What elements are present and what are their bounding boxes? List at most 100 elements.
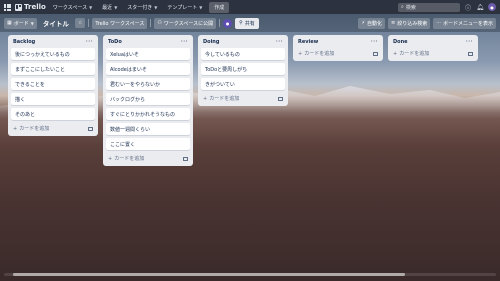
lightning-icon: ⚡︎ <box>361 20 365 26</box>
list-backlog[interactable]: Backlog ··· 後につっかえているもの まずここにしたいこと できることを 描くそ… <box>8 35 98 136</box>
workspace-button[interactable]: Trello ワークスペース <box>92 17 148 29</box>
trello-logo-icon <box>15 3 22 11</box>
list-header[interactable]: Backlog ··· <box>11 38 95 48</box>
card[interactable]: すぐにとりかかれそうなもの <box>106 108 190 120</box>
card[interactable]: Alcodeはまいそ <box>106 63 190 75</box>
list-title[interactable]: Review <box>298 39 318 45</box>
list-actions-icon[interactable]: ··· <box>371 39 378 45</box>
recent-menu[interactable]: 最近 ▼ <box>99 2 120 13</box>
notification-bell-icon[interactable]: 🔔︎ <box>476 3 484 11</box>
filter-button[interactable]: ≡ 絞り込み検索 <box>387 17 431 29</box>
show-menu-label: ボードメニューを表示 <box>442 20 493 27</box>
card-template-icon[interactable] <box>373 51 378 56</box>
board-view-switcher[interactable]: ▦ ボード ▼ <box>4 17 37 29</box>
starred-label: スター付き <box>127 4 153 11</box>
list-title[interactable]: ToDo <box>108 39 122 45</box>
search-icon: ⌕ <box>401 4 404 10</box>
templates-menu[interactable]: テンプレート ▼ <box>164 2 205 13</box>
share-label: 共有 <box>244 20 255 27</box>
board-title[interactable]: タイトル <box>40 16 72 30</box>
list-actions-icon[interactable]: ··· <box>86 39 93 45</box>
add-card-row: + カードを追加 <box>296 48 380 58</box>
recent-label: 最近 <box>102 4 113 11</box>
chevron-down-icon: ▼ <box>154 4 158 10</box>
show-menu-button[interactable]: ··· ボードメニューを表示 <box>433 17 496 29</box>
add-card-button[interactable]: + カードを追加 <box>298 50 335 58</box>
card[interactable]: 描く <box>11 93 95 105</box>
add-card-label: カードを追加 <box>209 96 240 102</box>
member-avatar[interactable]: ● <box>223 18 233 28</box>
add-card-button[interactable]: + カードを追加 <box>108 155 145 163</box>
filter-icon: ≡ <box>390 20 396 26</box>
templates-label: テンプレート <box>167 4 198 11</box>
card[interactable]: バックログから <box>106 93 190 105</box>
add-card-row: + カードを追加 <box>11 123 95 133</box>
visibility-button[interactable]: ⚇ ワークスペースに公開 <box>154 17 217 29</box>
add-card-label: カードを追加 <box>304 51 335 57</box>
list-title[interactable]: Done <box>393 39 408 45</box>
list-review[interactable]: Review ··· + カードを追加 <box>293 35 383 61</box>
list-header[interactable]: Doing ··· <box>201 38 285 48</box>
card[interactable]: きがついてい <box>201 78 285 90</box>
card[interactable]: そのあと <box>11 108 95 120</box>
chevron-down-icon: ▼ <box>199 4 203 10</box>
add-card-button[interactable]: + カードを追加 <box>393 50 429 58</box>
board-view-icon: ▦ <box>7 20 12 26</box>
search-input[interactable]: ⌕ 検索 <box>398 2 460 12</box>
add-card-button[interactable]: + カードを追加 <box>203 95 240 103</box>
board-lists: Backlog ··· 後につっかえているもの まずここにしたいこと できることを 描くそ… <box>8 35 478 166</box>
app-switcher-icon[interactable] <box>4 3 11 11</box>
card[interactable]: ここに置く <box>106 138 190 150</box>
people-icon: ⚇ <box>157 20 162 26</box>
top-navigation-bar: Trello ワークスペース ▼ 最近 ▼ スター付き ▼ テンプレート ▼ 作成 ⌕ … <box>0 0 500 14</box>
trello-logo-text: Trello <box>24 3 46 11</box>
add-person-icon: ⚲ <box>239 20 243 26</box>
card-template-icon[interactable] <box>88 126 93 131</box>
add-card-row: + カードを追加 <box>391 48 475 58</box>
card[interactable]: Xeluaはいそ <box>106 48 190 60</box>
plus-icon: + <box>203 95 208 102</box>
list-header[interactable]: ToDo ··· <box>106 38 190 48</box>
plus-icon: + <box>13 125 18 132</box>
board-header: ▦ ボード ▼ タイトル ☆ Trello ワークスペース ⚇ ワークスペースに… <box>0 14 500 32</box>
card[interactable]: できることを <box>11 78 95 90</box>
trello-logo[interactable]: Trello <box>15 3 46 11</box>
add-card-label: カードを追加 <box>19 126 50 132</box>
divider <box>150 19 152 27</box>
list-actions-icon[interactable]: ··· <box>181 39 188 45</box>
add-card-label: カードを追加 <box>114 156 145 162</box>
automation-button[interactable]: ⚡︎ 自動化 <box>358 17 385 29</box>
list-header[interactable]: Done ··· <box>391 38 475 48</box>
card[interactable]: 今しているもの <box>201 48 285 60</box>
card[interactable]: まずここにしたいこと <box>11 63 95 75</box>
card[interactable]: 数値一週間くらい <box>106 123 190 135</box>
user-avatar[interactable]: ● <box>488 3 496 11</box>
chevron-down-icon: ▼ <box>114 4 118 10</box>
information-icon[interactable]: ⓘ <box>464 3 472 12</box>
list-doing[interactable]: Doing ··· 今しているもの ToDoと要周しがち きがついてい + カードを追加 <box>198 35 288 106</box>
list-title[interactable]: Backlog <box>13 39 35 45</box>
card-template-icon[interactable] <box>183 156 188 161</box>
visibility-label: ワークスペースに公開 <box>163 20 214 27</box>
card-template-icon[interactable] <box>468 51 473 56</box>
list-header[interactable]: Review ··· <box>296 38 380 48</box>
list-actions-icon[interactable]: ··· <box>276 39 283 45</box>
add-card-row: + カードを追加 <box>201 93 285 103</box>
starred-menu[interactable]: スター付き ▼ <box>124 2 160 13</box>
divider <box>219 19 221 27</box>
card[interactable]: 君むいーをやらないか <box>106 78 190 90</box>
card-template-icon[interactable] <box>278 96 283 101</box>
list-actions-icon[interactable]: ··· <box>466 39 473 45</box>
card[interactable]: ToDoと要周しがち <box>201 63 285 75</box>
add-card-button[interactable]: + カードを追加 <box>13 125 50 133</box>
list-done[interactable]: Done ··· + カードを追加 <box>388 35 478 61</box>
share-button[interactable]: ⚲ 共有 <box>235 17 259 29</box>
board-view-label: ボード <box>13 20 29 27</box>
card[interactable]: 後につっかえているもの <box>11 48 95 60</box>
star-board-button[interactable]: ☆ <box>74 18 86 28</box>
workspaces-menu[interactable]: ワークスペース ▼ <box>50 2 95 13</box>
list-todo[interactable]: ToDo ··· Xeluaはいそ Alcodeはまいそ 君むいーをやらないか バックログ… <box>103 35 193 166</box>
horizontal-scrollbar[interactable] <box>13 273 405 276</box>
list-title[interactable]: Doing <box>203 39 219 45</box>
create-button[interactable]: 作成 <box>209 1 230 13</box>
